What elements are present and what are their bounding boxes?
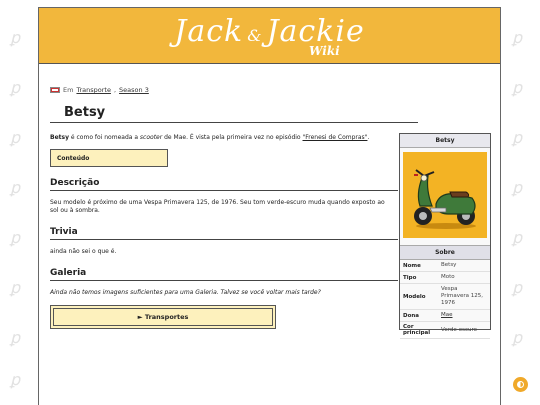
- page-title: Betsy: [50, 105, 418, 123]
- section-text-galeria: Ainda não temos imagens suficientes para…: [50, 289, 321, 296]
- infobox-row-cor: Cor principal Verde-escuro: [400, 322, 490, 339]
- infobox: Betsy Sobre Nome Betsy Tipo Moto Modelo …: [399, 133, 491, 339]
- contrast-icon[interactable]: [513, 377, 528, 392]
- section-text-descricao: Seu modelo é próximo de uma Vespa Primav…: [50, 199, 385, 214]
- infobox-row-dona: Dona Mae: [400, 310, 490, 322]
- breadcrumb: Em Transporte, Season 3: [50, 86, 149, 94]
- breadcrumb-season-link[interactable]: Season 3: [119, 86, 149, 94]
- infobox-row-tipo: Tipo Moto: [400, 272, 490, 284]
- infobox-about-heading: Sobre: [400, 245, 490, 260]
- infobox-title: Betsy: [400, 134, 490, 148]
- scooter-image[interactable]: [403, 152, 487, 238]
- scooter-icon: [414, 169, 476, 229]
- wiki-page: Jack & Jackie Wiki Em Transporte, Season 3…: [38, 7, 501, 405]
- site-banner[interactable]: Jack & Jackie Wiki: [39, 8, 500, 64]
- flag-icon: [50, 87, 60, 93]
- transportes-navbox-toggle[interactable]: ► Transportes: [53, 308, 273, 326]
- infobox-row-modelo: Modelo Vespa Primavera 125, 1976: [400, 284, 490, 310]
- section-heading-descricao: Descrição: [50, 178, 398, 191]
- intro-paragraph: Betsy é como foi nomeada a scooter de Ma…: [50, 134, 370, 141]
- dona-link[interactable]: Mae: [441, 312, 487, 319]
- episode-link[interactable]: "Frenesi de Compras": [303, 134, 368, 141]
- section-text-trivia: ainda não sei o que é.: [50, 248, 117, 255]
- infobox-row-nome: Nome Betsy: [400, 260, 490, 272]
- section-heading-trivia: Trivia: [50, 227, 398, 240]
- section-heading-galeria: Galeria: [50, 268, 398, 281]
- main-content: Em Transporte, Season 3 Betsy Betsy é co…: [39, 65, 501, 405]
- site-logo-sub: Wiki: [309, 44, 340, 58]
- transportes-navbox[interactable]: ► Transportes: [50, 305, 276, 329]
- breadcrumb-category-link[interactable]: Transporte: [76, 86, 111, 94]
- table-of-contents[interactable]: Conteúdo: [50, 149, 168, 167]
